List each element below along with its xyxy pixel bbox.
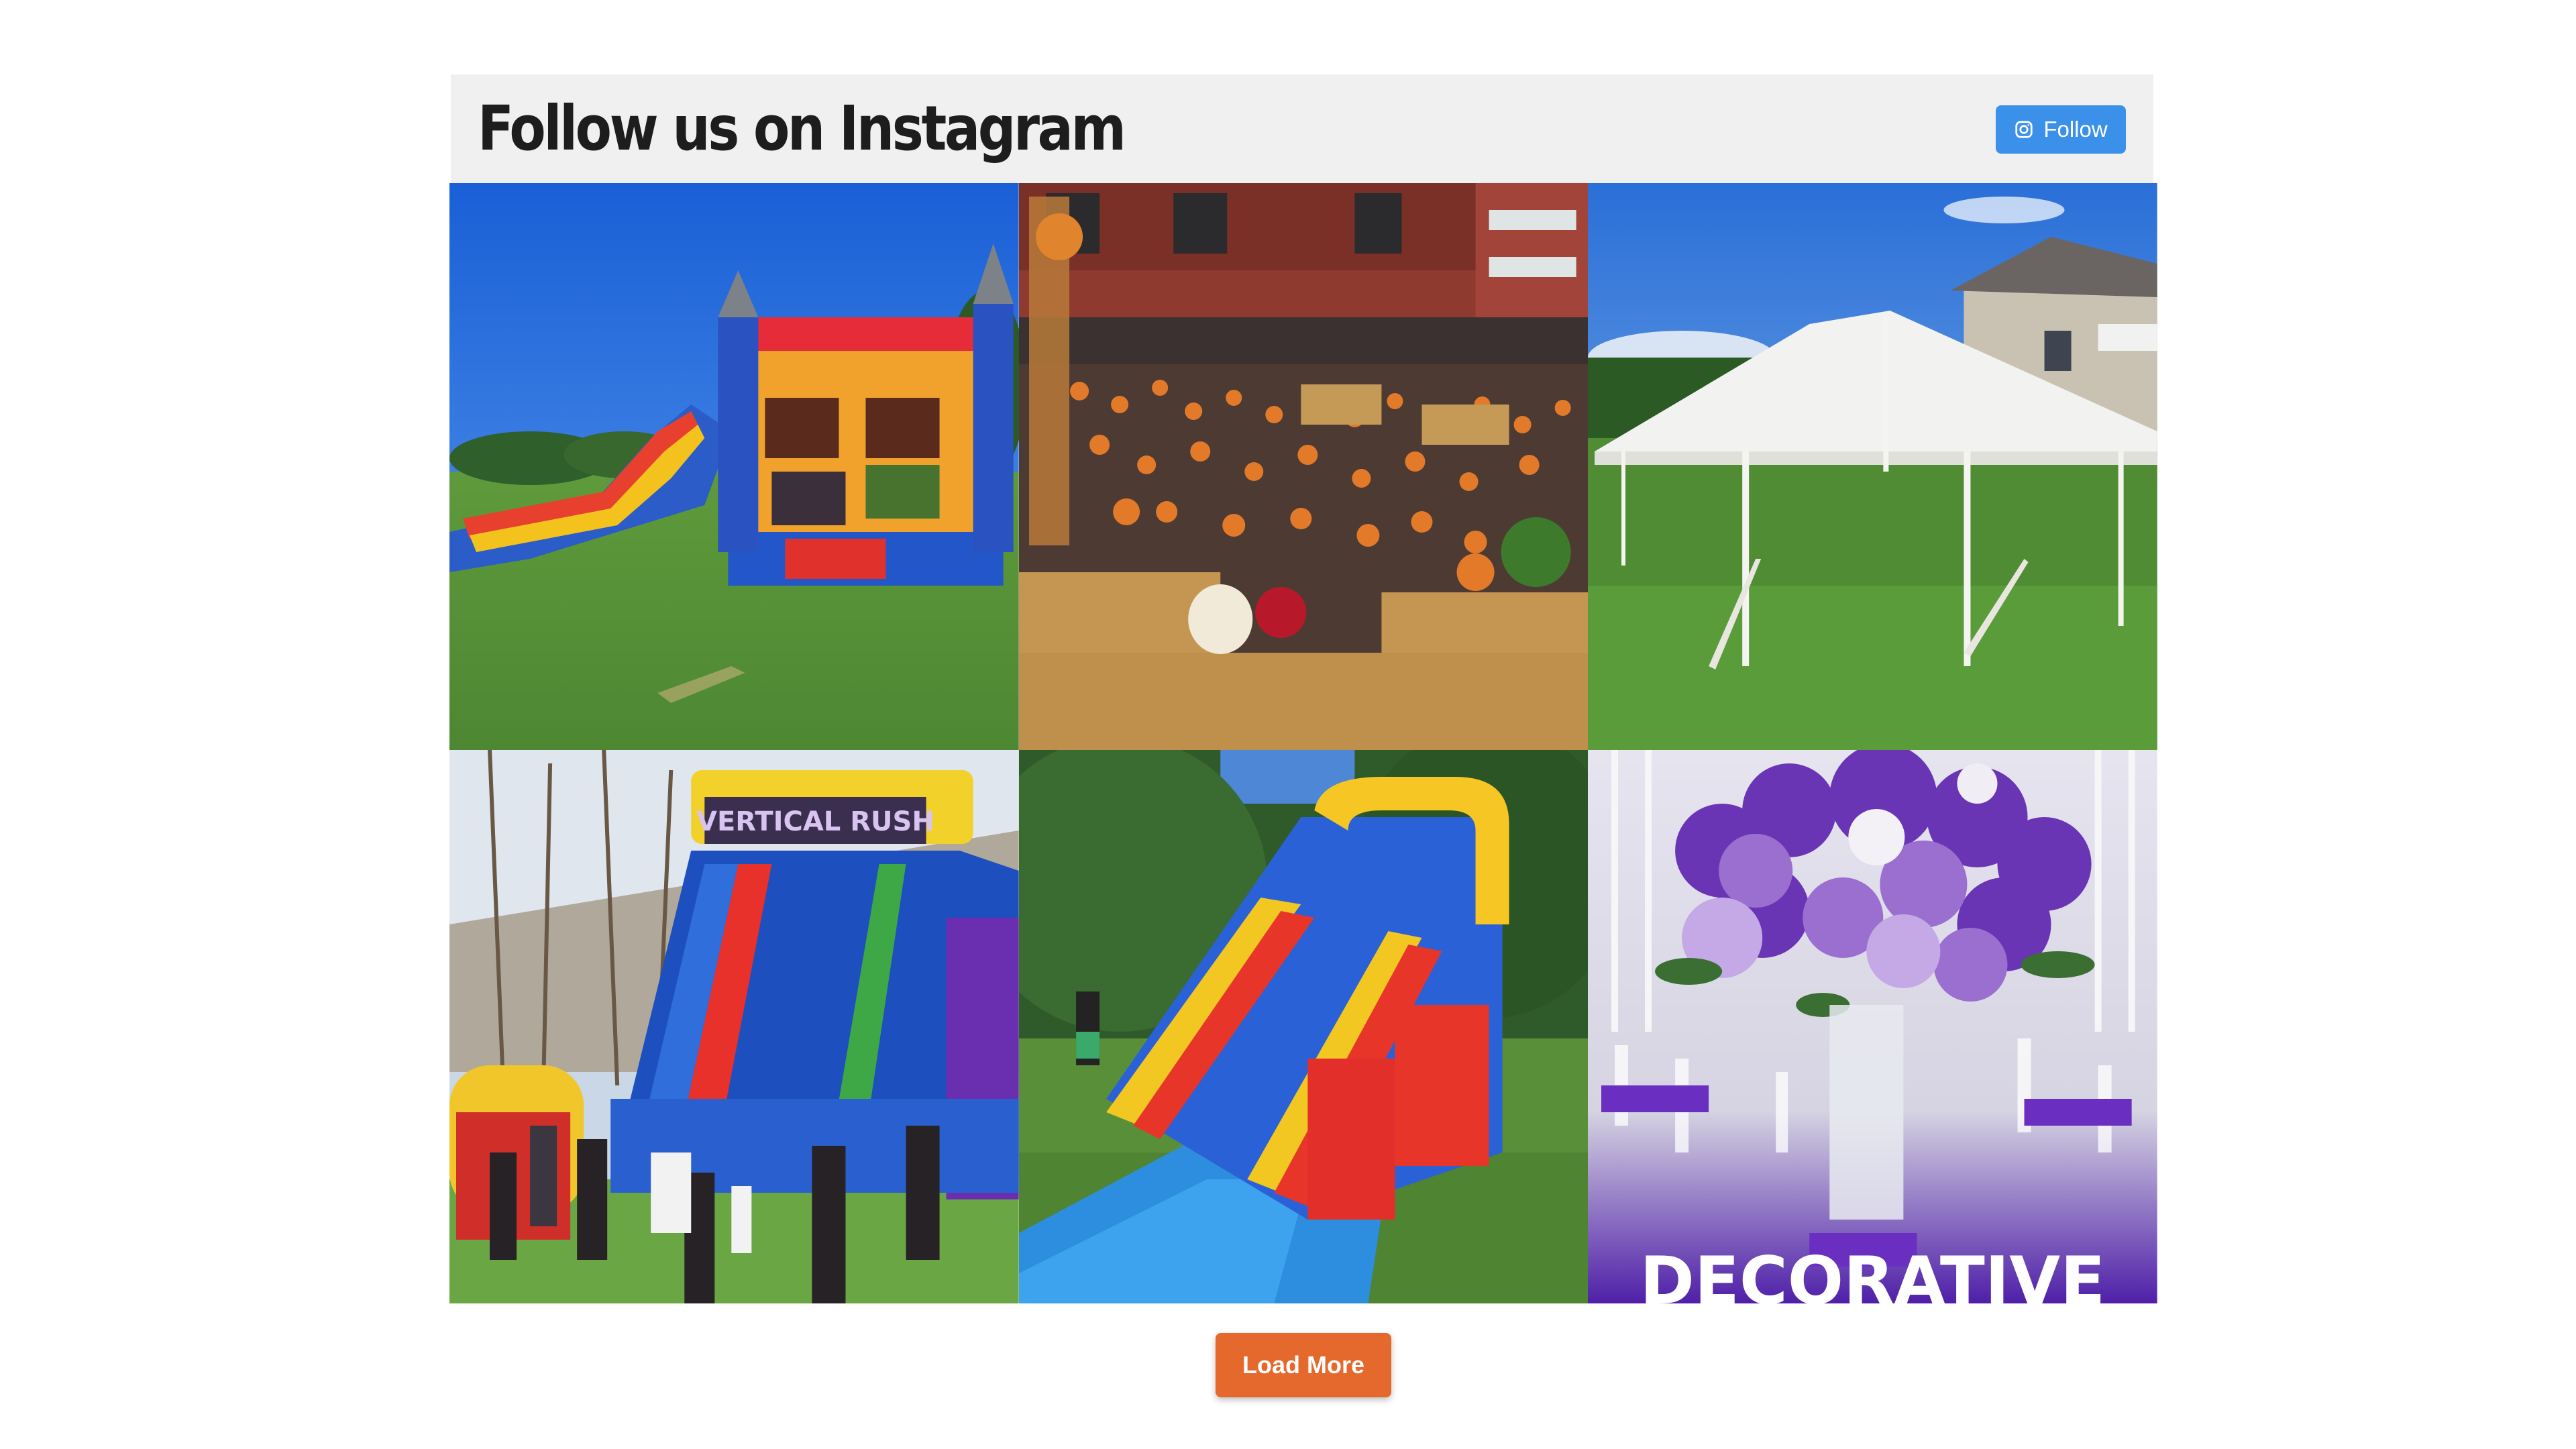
post-bounce-house-combo[interactable]: [449, 183, 1019, 750]
post-purple-centerpiece[interactable]: DECORATIVE: [1588, 750, 2157, 1303]
post-white-tent[interactable]: [1588, 183, 2157, 750]
instagram-icon: [2014, 119, 2034, 140]
bounce-house-photo: [449, 183, 1019, 750]
vertical-rush-photo: VERTICAL RUSH: [449, 750, 1019, 1303]
instagram-feed: Follow us on Instagram Follow: [451, 74, 2153, 183]
post-pumpkin-patch[interactable]: [1018, 183, 1589, 750]
feed-title: Follow us on Instagram: [478, 93, 1126, 164]
feed-header: Follow us on Instagram Follow: [451, 74, 2153, 183]
load-more-button[interactable]: Load More: [1216, 1333, 1391, 1397]
post-water-slide[interactable]: [1018, 750, 1589, 1303]
vertical-rush-sign: VERTICAL RUSH: [696, 806, 934, 837]
post-vertical-rush-slide[interactable]: VERTICAL RUSH: [449, 750, 1019, 1303]
pumpkin-patch-photo: [1018, 183, 1589, 750]
follow-label: Follow: [2043, 117, 2108, 142]
follow-button[interactable]: Follow: [1996, 105, 2126, 154]
water-slide-photo: [1018, 750, 1589, 1303]
tent-photo: [1588, 183, 2157, 750]
centerpiece-photo: DECORATIVE: [1588, 750, 2157, 1303]
post-grid: VERTICAL RUSH DECORATIVE: [449, 183, 2157, 1303]
centerpiece-caption: DECORATIVE: [1640, 1243, 2106, 1303]
